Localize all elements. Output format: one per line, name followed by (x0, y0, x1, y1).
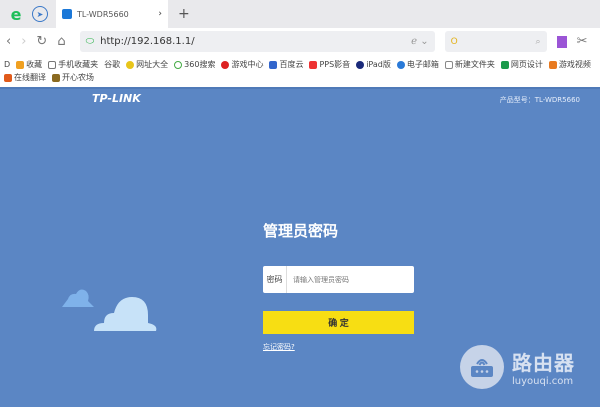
bookmark[interactable]: 网页设计 (500, 59, 543, 70)
bookmark[interactable]: 电子邮箱 (396, 59, 439, 70)
bookmark[interactable]: 新建文件夹 (444, 59, 495, 70)
password-label: 密码 (263, 266, 287, 293)
confirm-button[interactable]: 确 定 (263, 311, 414, 334)
forgot-password-link[interactable]: 忘记密码? (263, 342, 295, 352)
watermark-en: luyouqi.com (512, 376, 574, 387)
search-icon[interactable]: ⌕ (536, 37, 541, 47)
forward-icon[interactable]: › (21, 34, 26, 49)
scissors-icon[interactable]: ✂ (577, 34, 588, 49)
bookmark[interactable]: 谷歌 (104, 59, 120, 70)
address-bar[interactable]: ⬭ http://192.168.1.1/ ℯ ⌄ (79, 31, 435, 52)
bookmark[interactable]: 开心农场 (52, 72, 94, 83)
password-field[interactable]: 密码 (263, 266, 414, 293)
cloud-small-icon (62, 289, 94, 307)
secure-shield-icon: ⬭ (85, 36, 95, 47)
bookmarks-toggle-icon[interactable]: D (4, 60, 10, 69)
tab-favicon-icon (62, 9, 72, 19)
address-toolbar: ‹ › ↻ ⌂ ⬭ http://192.168.1.1/ ℯ ⌄ O ⌕ ✂ (0, 28, 600, 55)
search-engine-icon: O (450, 36, 458, 47)
extension-icon[interactable] (556, 35, 567, 48)
new-tab-button[interactable]: + (178, 6, 190, 22)
reload-icon[interactable]: ↻ (36, 34, 47, 49)
back-icon[interactable]: ‹ (6, 34, 11, 49)
tab-bar: e ➤ TL-WDR5660 › + (0, 0, 600, 28)
tab-title: TL-WDR5660 (77, 9, 129, 19)
bookmarks-bar: D 收藏 手机收藏夹 谷歌 网址大全 360搜索 游戏中心 百度云 PPS影音 … (0, 55, 600, 89)
bookmark[interactable]: 手机收藏夹 (48, 59, 98, 70)
bookmark[interactable]: 360搜索 (174, 59, 215, 70)
cloud-large-icon (94, 297, 157, 331)
url-text: http://192.168.1.1/ (100, 36, 195, 47)
tp-link-logo: TP-LINK (92, 92, 141, 105)
page-mode-icon[interactable]: ℯ ⌄ (411, 36, 428, 47)
home-icon[interactable]: ⌂ (57, 34, 65, 49)
product-model: 产品型号：TL-WDR5660 (499, 96, 580, 104)
bookmark[interactable]: PPS影音 (309, 59, 350, 70)
router-icon (460, 345, 504, 389)
bookmark[interactable]: 百度云 (269, 59, 303, 70)
bookmark[interactable]: iPad版 (356, 59, 391, 70)
bookmark[interactable]: 游戏视频 (548, 59, 591, 70)
tab-close-icon[interactable]: › (158, 9, 162, 19)
navigation-icon[interactable]: ➤ (32, 6, 48, 22)
bookmark[interactable]: 在线翻译 (4, 72, 46, 83)
bookmark[interactable]: 游戏中心 (221, 59, 263, 70)
login-title: 管理员密码 (263, 222, 339, 240)
browser-logo-icon[interactable]: e (6, 4, 26, 24)
search-box[interactable]: O ⌕ (444, 31, 547, 52)
bookmark[interactable]: 网址大全 (126, 59, 168, 70)
password-input[interactable] (287, 275, 414, 284)
tab-router[interactable]: TL-WDR5660 › (56, 0, 168, 28)
watermark-cn: 路由器 (512, 351, 575, 375)
bookmark[interactable]: 收藏 (16, 59, 42, 70)
router-login-page: TP-LINK 产品型号：TL-WDR5660 管理员密码 密码 确 定 忘记密… (0, 79, 600, 407)
watermark: 路由器 luyouqi.com (460, 345, 575, 389)
